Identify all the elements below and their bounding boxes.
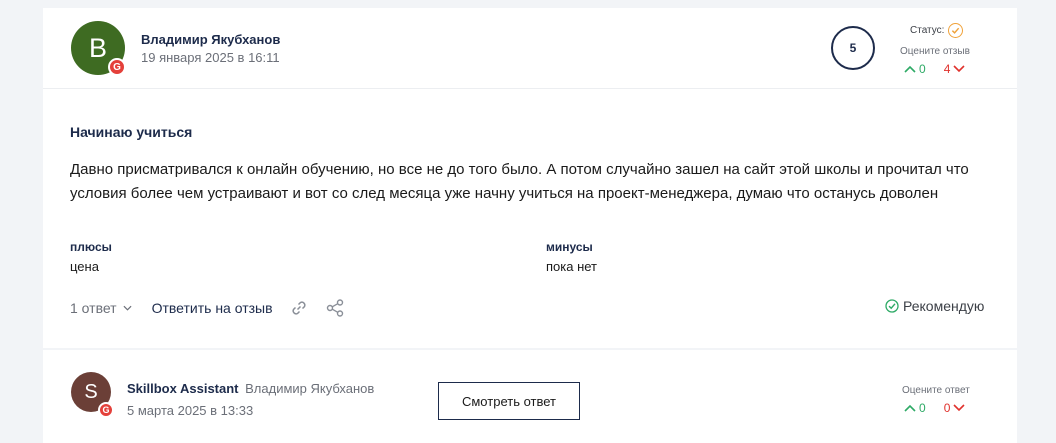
reply-date: 5 марта 2025 в 13:33 — [127, 403, 254, 418]
rating-value: 5 — [849, 41, 857, 55]
chevron-down-icon — [953, 65, 965, 73]
status-check-icon — [948, 23, 964, 38]
rate-review-label: Оцените отзыв — [900, 46, 970, 57]
status-label: Статус: — [910, 25, 945, 36]
rating-badge: 5 — [831, 26, 875, 70]
review-title: Начинаю учиться — [70, 124, 193, 140]
status-row: Статус: — [910, 23, 964, 38]
header-divider — [43, 88, 1017, 89]
pros-label: плюсы — [70, 240, 112, 254]
reply-author-name[interactable]: Skillbox Assistant — [127, 381, 239, 396]
link-icon[interactable] — [289, 298, 309, 318]
vote-up-button[interactable]: 0 — [904, 62, 926, 76]
cons-text: пока нет — [546, 259, 598, 274]
review-date: 19 января 2025 в 16:11 — [141, 50, 280, 65]
answers-count: 1 ответ — [70, 300, 117, 316]
vote-down-count: 4 — [943, 62, 951, 76]
vote-down-button[interactable]: 4 — [944, 62, 966, 76]
recommend-label: Рекомендую — [903, 298, 985, 314]
vote-up-count: 0 — [919, 62, 926, 76]
chevron-up-icon — [904, 65, 916, 73]
reply-to-review-link[interactable]: Ответить на отзыв — [152, 300, 273, 316]
source-badge-letter: G — [113, 61, 121, 73]
cons-label: минусы — [546, 240, 593, 254]
recommend-status: Рекомендую — [885, 298, 984, 314]
chevron-down-icon — [953, 404, 965, 412]
chevron-up-icon — [904, 404, 916, 412]
review-actions: 1 ответ Ответить на отзыв — [70, 298, 345, 318]
answers-toggle[interactable]: 1 ответ — [70, 300, 132, 316]
vote-up-button[interactable]: 0 — [904, 401, 926, 415]
vote-down-count: 0 — [943, 401, 951, 415]
view-answer-button[interactable]: Смотреть ответ — [438, 382, 580, 420]
rate-answer-label: Оцените ответ — [902, 385, 970, 396]
source-badge-letter: G — [102, 405, 110, 415]
google-source-icon: G — [108, 58, 126, 76]
reply-author-line: Skillbox Assistant Владимир Якубханов — [127, 381, 374, 396]
author-name[interactable]: Владимир Якубханов — [141, 32, 280, 47]
pros-text: цена — [70, 259, 99, 274]
check-circle-icon — [885, 299, 899, 313]
review-votes: 0 4 — [904, 62, 965, 76]
google-source-icon: G — [98, 402, 114, 418]
avatar-letter: S — [84, 380, 98, 403]
review-text: Давно присматривался к онлайн обучению, … — [70, 161, 969, 202]
reply-votes: 0 0 — [904, 401, 965, 415]
chevron-down-icon — [123, 305, 132, 311]
reply-to-name: Владимир Якубханов — [245, 381, 375, 396]
review-card: B G Владимир Якубханов 19 января 2025 в … — [43, 8, 1017, 348]
vote-down-button[interactable]: 0 — [944, 401, 966, 415]
share-icon[interactable] — [325, 298, 345, 318]
avatar-letter: B — [88, 32, 107, 63]
reply-card: S G Skillbox Assistant Владимир Якубхано… — [43, 350, 1017, 443]
vote-up-count: 0 — [919, 401, 926, 415]
